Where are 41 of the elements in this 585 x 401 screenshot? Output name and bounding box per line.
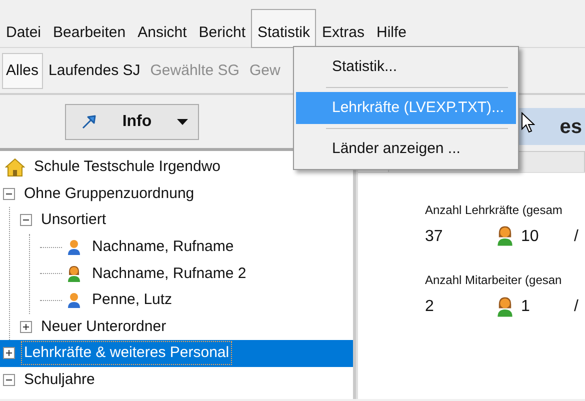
collapse-icon[interactable]	[3, 374, 15, 386]
stat-value: 2	[425, 297, 435, 316]
stat-value: 10	[521, 226, 540, 246]
tree-item[interactable]: Nachname, Rufname	[92, 238, 234, 256]
tree-item[interactable]: Nachname, Rufname 2	[92, 264, 246, 283]
tree-item[interactable]: Unsortiert	[41, 211, 106, 230]
collapse-icon[interactable]	[3, 188, 15, 200]
tree-item[interactable]: Penne, Lutz	[92, 291, 172, 310]
person-icon	[495, 296, 515, 318]
menu-item[interactable]: Statistik...	[296, 51, 516, 83]
tree-item[interactable]: Ohne Gruppenzuordnung	[24, 184, 194, 203]
stat-value: 1	[521, 297, 531, 316]
menu-item[interactable]: Bericht	[192, 9, 252, 48]
cursor-icon	[521, 112, 535, 134]
filter-tab[interactable]: Laufendes SJ	[44, 52, 144, 88]
house-icon	[5, 158, 25, 177]
person-icon	[66, 238, 82, 256]
collapse-icon[interactable]	[20, 214, 32, 226]
expand-icon[interactable]	[20, 320, 32, 333]
tree-item[interactable]: Schule Testschule Irgendwo	[34, 158, 221, 176]
tree-item[interactable]: Schuljahre	[24, 371, 95, 390]
menu-item[interactable]: Statistik	[251, 9, 316, 48]
stat-label: Anzahl Lehrkräfte (gesam	[425, 203, 564, 218]
menu-item[interactable]: Hilfe	[370, 9, 413, 48]
tree-item[interactable]: Neuer Unterordner	[41, 318, 166, 336]
info-button[interactable]: Info	[64, 104, 198, 140]
expand-icon[interactable]	[3, 347, 15, 360]
menu-item[interactable]: Extras	[316, 9, 371, 48]
person-icon	[66, 291, 82, 310]
menu-item[interactable]: Ansicht	[132, 9, 193, 48]
person-icon	[495, 225, 515, 248]
menu-item[interactable]: Datei	[0, 9, 48, 48]
arrow-icon	[80, 112, 98, 130]
stat-label: Anzahl Mitarbeiter (gesan	[425, 273, 563, 288]
stat-value: 37	[425, 226, 444, 246]
person-icon	[66, 264, 82, 283]
filter-tab[interactable]: Alles	[2, 52, 43, 88]
caret-icon	[176, 118, 188, 124]
stat-value: /	[574, 297, 578, 316]
stat-value: /	[574, 226, 578, 246]
menu-item[interactable]: Bearbeiten	[47, 9, 132, 48]
